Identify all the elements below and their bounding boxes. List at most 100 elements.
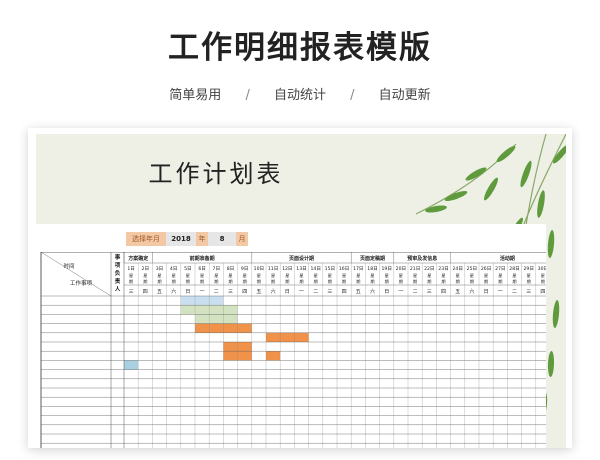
day-label: 15日 (325, 266, 335, 272)
feature-item: 自动更新 (378, 88, 431, 103)
week-label-char: 星 (129, 273, 133, 278)
day-label: 23日 (438, 266, 448, 272)
week-label-char: 星 (427, 273, 431, 278)
weekday-label: 四 (342, 289, 347, 295)
week-label-char: 星 (385, 273, 389, 278)
week-label-char: 期 (527, 279, 531, 285)
feature-list: 简单易用 / 自动统计 / 自动更新 (0, 84, 600, 103)
day-label: 13日 (296, 266, 306, 272)
weekday-label: 四 (441, 289, 446, 295)
week-label-char: 期 (541, 279, 545, 285)
phase-label: 页面定稿期 (360, 255, 385, 262)
separator: / (350, 88, 355, 103)
week-label-char: 星 (271, 273, 275, 278)
weekday-label: 一 (299, 289, 304, 295)
day-label: 9日 (241, 266, 249, 272)
week-label-char: 期 (399, 279, 403, 285)
day-label: 24日 (452, 266, 462, 272)
day-label: 29日 (523, 266, 533, 272)
weekday-label: 六 (370, 288, 375, 295)
phase-label: 前期准备期 (190, 255, 215, 262)
week-label-char: 期 (172, 279, 176, 285)
week-label-char: 期 (441, 279, 445, 285)
weekday-label: 四 (143, 289, 148, 295)
week-label-char: 期 (186, 279, 190, 285)
weekday-label: 二 (214, 289, 219, 295)
week-label-char: 星 (456, 273, 460, 278)
corner-time-label: 时间 (63, 262, 74, 270)
weekday-label: 二 (413, 289, 418, 295)
weekday-label: 日 (285, 289, 290, 295)
weekday-label: 日 (185, 289, 190, 295)
week-label-char: 星 (328, 273, 332, 278)
day-label: 26日 (481, 266, 491, 272)
week-label-char: 星 (399, 273, 403, 278)
week-label-char: 星 (214, 273, 218, 278)
phase-label: 页面设计期 (289, 255, 314, 262)
page-title: 工作明细报表模版 (168, 30, 432, 66)
weekday-label: 日 (384, 289, 389, 295)
week-label-char: 星 (285, 273, 289, 278)
schedule-bar (266, 351, 281, 361)
weekday-label: 二 (512, 289, 517, 295)
owner-header-char: 人 (115, 285, 121, 293)
week-label-char: 星 (299, 273, 303, 278)
week-label-char: 星 (441, 273, 445, 278)
weekday-label: 日 (484, 289, 489, 295)
poster-title: 工作计划表 (148, 160, 284, 188)
week-label-char: 期 (484, 279, 488, 285)
weekday-label: 三 (327, 289, 332, 295)
week-label-char: 期 (498, 279, 502, 285)
week-label-char: 期 (228, 279, 232, 285)
day-label: 19日 (381, 266, 391, 272)
date-select-label: 选择年月 (126, 232, 166, 246)
day-label: 3日 (156, 266, 164, 272)
schedule-bar (124, 360, 139, 370)
weekday-label: 三 (228, 289, 233, 295)
weekday-label: 三 (427, 289, 432, 295)
phase-label: 预审及发信息 (407, 255, 437, 262)
week-label-char: 星 (541, 273, 545, 278)
day-label: 5日 (184, 266, 192, 272)
schedule-grid[interactable]: 方案确定 前期准备期 页面设计期 页面定稿期 预审及发信息 活动期时间工作事项 事项负责人 1… (36, 252, 546, 448)
week-label-char: 期 (143, 279, 147, 285)
week-label-char: 期 (271, 279, 275, 285)
week-label-char: 期 (243, 279, 247, 285)
day-label: 4日 (170, 266, 178, 272)
corner-diagonal (40, 252, 112, 297)
month-unit: 月 (236, 232, 248, 246)
weekday-label: 三 (526, 289, 531, 295)
week-label-char: 星 (243, 273, 247, 278)
day-label: 16日 (339, 266, 349, 272)
owner-header-char: 项 (115, 261, 121, 269)
owner-header-char: 负 (115, 269, 121, 277)
week-label-char: 星 (257, 273, 261, 278)
week-label-char: 星 (200, 273, 204, 278)
week-label-char: 期 (314, 279, 318, 285)
week-label-char: 星 (314, 273, 318, 278)
week-label-char: 期 (200, 279, 204, 285)
weekday-label: 二 (313, 289, 318, 295)
year-input[interactable]: 2018 (166, 232, 196, 246)
weekday-label: 三 (129, 289, 134, 295)
day-label: 17日 (353, 266, 363, 272)
week-label-char: 星 (527, 273, 531, 278)
template-preview-card[interactable]: 工作计划表 选择年月 2018 年 8 月 方案确定 前期准备期 页面设计期 页面定稿… (28, 128, 572, 448)
week-label-char: 期 (427, 279, 431, 285)
day-label: 1日 (127, 266, 135, 272)
week-label-char: 星 (512, 273, 516, 278)
week-label-char: 星 (356, 273, 360, 278)
weekday-label: 一 (200, 289, 205, 295)
weekday-label: 五 (455, 289, 460, 295)
week-label-char: 期 (385, 279, 389, 285)
date-selector[interactable]: 选择年月 2018 年 8 月 (126, 232, 248, 246)
week-label-char: 星 (342, 273, 346, 278)
year-unit: 年 (196, 232, 208, 246)
feature-item: 简单易用 (169, 88, 222, 103)
day-label: 18日 (367, 266, 377, 272)
month-input[interactable]: 8 (208, 232, 236, 246)
day-label: 28日 (509, 266, 519, 272)
week-label-char: 星 (470, 273, 474, 278)
week-label-char: 期 (257, 279, 261, 285)
week-label-char: 期 (342, 279, 346, 285)
